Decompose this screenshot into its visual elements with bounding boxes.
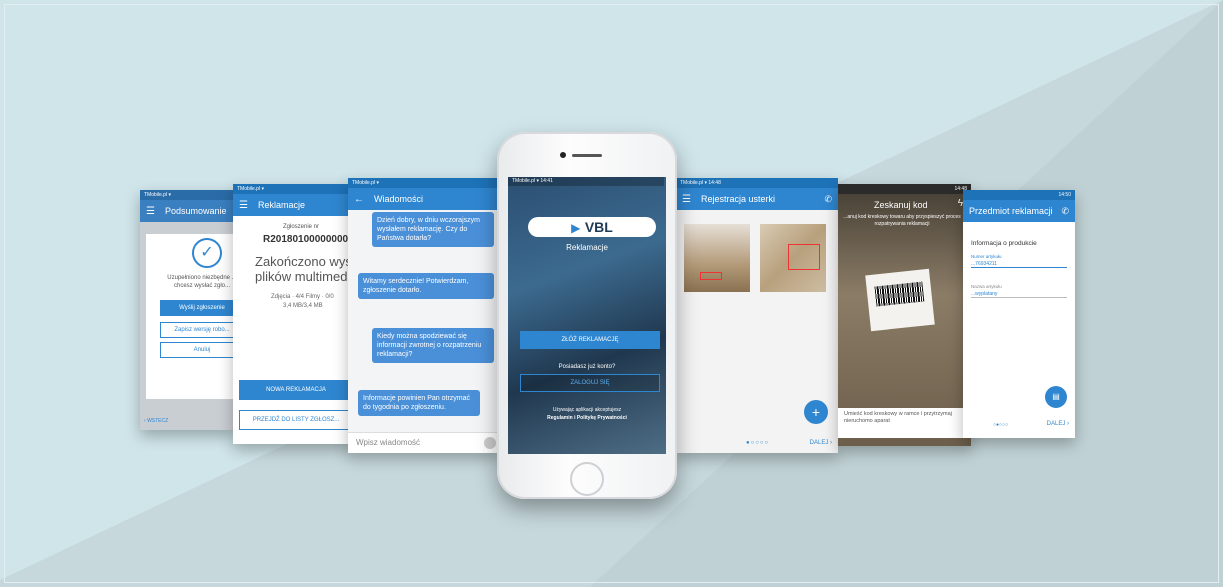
page-title: Przedmiot reklamacji: [969, 206, 1053, 216]
status-bar: 14:48: [838, 184, 971, 194]
page-title: Rejestracja usterki: [700, 194, 775, 204]
claims-list-button[interactable]: PRZEJDŹ DO LISTY ZGŁOSZ...: [239, 410, 353, 430]
screen-przedmiot: 14:50 Przedmiot reklamacji ✆ Informacja …: [963, 190, 1075, 438]
screen-rejestracja: TMobile.pl ▾ 14:48 ☰ Rejestracja usterki …: [676, 178, 838, 453]
screen-skan: 14:48 Zeskanuj kod ϟ ...anuj kod kreskow…: [838, 184, 971, 446]
upload-size: 3,4 MB/3,4 MB: [283, 303, 323, 309]
message-input-placeholder: Wpisz wiadomość: [356, 438, 421, 447]
back-arrow-icon[interactable]: ←: [354, 189, 364, 210]
scan-instructions: ...anuj kod kreskowy towaru aby przyspie…: [843, 214, 961, 227]
screen-wiadomosci: TMobile.pl ▾ ← Wiadomości Dzień dobry, w …: [348, 178, 500, 453]
page-title: Wiadomości: [374, 194, 424, 204]
status-bar: TMobile.pl ▾: [233, 184, 353, 194]
speaker: [572, 154, 602, 157]
status-bar: 14:50: [963, 190, 1075, 200]
status-bar: TMobile.pl ▾ 14:41: [508, 177, 664, 186]
page-dots: ●○○○○: [746, 440, 770, 446]
home-button[interactable]: [570, 462, 604, 496]
phone-icon[interactable]: ✆: [824, 188, 832, 210]
message-bubble: Informacje powinien Pan otrzymać do tygo…: [358, 390, 480, 416]
save-draft-button[interactable]: Zapisz wersję robo...: [160, 322, 235, 338]
app-bar: ☰ Rejestracja usterki ✆: [676, 188, 838, 210]
app-bar: ☰ Reklamacje: [233, 194, 353, 216]
photo-thumb[interactable]: [684, 224, 750, 292]
cancel-button[interactable]: Anuluj: [160, 342, 235, 358]
page-dots: ○●○○○: [993, 422, 1009, 428]
phone-device: TMobile.pl ▾ 14:41 ▶ VBL Reklamacje ZŁÓŻ…: [497, 132, 677, 499]
status-bar: TMobile.pl ▾: [348, 178, 500, 188]
logo-arrow-icon: ▶: [571, 221, 581, 235]
next-link[interactable]: DALEJ ›: [810, 440, 832, 446]
message-bubble: Witamy serdecznie! Potwierdzam, zgłoszen…: [358, 273, 494, 299]
ticket-number: R201801000000001: [263, 234, 353, 245]
submit-claim-button[interactable]: ZŁÓŻ REKLAMACJĘ: [520, 331, 660, 349]
send-icon[interactable]: [484, 437, 496, 449]
menu-icon[interactable]: ☰: [682, 189, 691, 210]
menu-icon[interactable]: ☰: [239, 195, 248, 216]
camera-icon: [560, 152, 566, 158]
message-bubble: Kiedy można spodziewać się informacji zw…: [372, 328, 494, 363]
defect-marker: [788, 244, 820, 270]
back-label: WSTECZ: [147, 418, 169, 424]
article-name-field[interactable]: ...wyplatany: [971, 291, 1067, 298]
check-icon: ✓: [192, 238, 222, 268]
menu-icon[interactable]: ☰: [146, 201, 155, 222]
photo-thumb[interactable]: [760, 224, 826, 292]
add-photo-button[interactable]: +: [804, 400, 828, 424]
screen-login: TMobile.pl ▾ 14:41 ▶ VBL Reklamacje ZŁÓŻ…: [508, 177, 666, 454]
logo-pill: ▶ VBL: [528, 217, 656, 237]
app-bar: ← Wiadomości: [348, 188, 500, 210]
next-link[interactable]: DALEJ ›: [1047, 421, 1069, 427]
phone-icon[interactable]: ✆: [1061, 200, 1069, 222]
scan-barcode-button[interactable]: ▤: [1045, 386, 1067, 408]
dialog-message: Uzupełniono niezbędne ... chcesz wysłać …: [167, 275, 235, 289]
field-label: Numer artykułu: [971, 254, 1002, 259]
ticket-label: Zgłoszenie nr: [283, 224, 320, 230]
app-bar: ☰ Podsumowanie: [140, 200, 235, 222]
terms-link[interactable]: Regulamin i Politykę Prywatności: [508, 415, 666, 421]
upload-heading: Zakończono wysy... plików multimedia...: [255, 254, 353, 284]
scan-hint: Umieść kod kreskowy w ramce i przytrzyma…: [838, 408, 971, 438]
send-button[interactable]: Wyślij zgłoszenie: [160, 300, 235, 316]
logo-text: VBL: [584, 219, 613, 235]
page-title: Reklamacje: [257, 200, 305, 210]
message-bubble: Dzień dobry, w dniu wczorajszym wysłałem…: [372, 212, 494, 247]
status-bar: TMobile.pl ▾: [140, 190, 235, 200]
next-label: DALEJ: [1046, 421, 1066, 427]
product-tag: [865, 268, 935, 332]
screen-podsumowanie: TMobile.pl ▾ ☰ Podsumowanie ✓ Uzupełniono…: [140, 190, 235, 430]
login-button[interactable]: ZALOGUJ SIĘ: [520, 374, 660, 392]
app-subtitle: Reklamacje: [566, 243, 608, 252]
page-title: Zeskanuj kod: [874, 200, 928, 210]
page-title: Podsumowanie: [164, 206, 227, 216]
new-claim-button[interactable]: NOWA REKLAMACJA: [239, 380, 353, 400]
barcode: [874, 281, 925, 307]
terms-text: Używając aplikacji akceptujesz: [552, 407, 622, 413]
next-label: DALEJ: [809, 440, 829, 446]
section-title: Informacja o produkcie: [971, 240, 1037, 247]
defect-marker: [700, 272, 722, 280]
field-label: Nazwa artykułu: [971, 284, 1002, 289]
message-input[interactable]: Wpisz wiadomość: [348, 432, 500, 453]
back-link[interactable]: ‹ WSTECZ: [144, 418, 168, 424]
status-bar: TMobile.pl ▾ 14:48: [676, 178, 838, 188]
screen-reklamacje: TMobile.pl ▾ ☰ Reklamacje Zgłoszenie nr R…: [233, 184, 353, 444]
dialog: ✓ Uzupełniono niezbędne ... chcesz wysła…: [146, 234, 235, 399]
have-account-text: Posiadasz już konto?: [558, 364, 616, 370]
app-bar: Przedmiot reklamacji ✆: [963, 200, 1075, 222]
upload-counts: Zdjęcia · 4/4 Filmy · 0/0: [271, 294, 334, 300]
article-number-field[interactable]: ...76934211: [971, 261, 1067, 268]
